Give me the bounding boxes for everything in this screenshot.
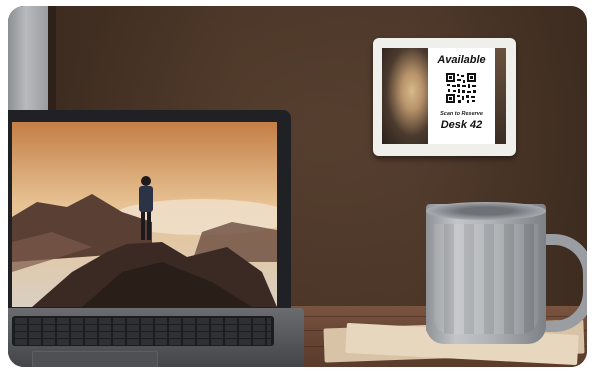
- scan-instruction: Scan to Reserve: [440, 111, 483, 117]
- mug-ribs: [434, 224, 538, 334]
- stone-pillar: [8, 6, 48, 116]
- qr-code-icon: [445, 72, 477, 104]
- laptop-screen-wallpaper: [12, 122, 277, 307]
- desk-reservation-sign: Available Scan to Reserve Desk 42: [373, 38, 516, 156]
- laptop-keyboard-deck: [8, 308, 304, 367]
- mug-rim: [426, 202, 546, 220]
- desk-number: Desk 42: [440, 119, 483, 131]
- laptop-trackpad: [32, 351, 158, 367]
- laptop-screen-bezel: [8, 110, 291, 309]
- laptop-keyboard: [12, 316, 274, 346]
- pillar-shadow: [48, 6, 56, 116]
- availability-status: Available: [437, 54, 486, 66]
- scene-photo: Available Scan to Reserve Desk 42: [8, 6, 587, 367]
- sign-display: Available Scan to Reserve Desk 42: [382, 48, 506, 144]
- mountain-hiker-image: [12, 122, 277, 307]
- sign-cave-image: [382, 48, 428, 144]
